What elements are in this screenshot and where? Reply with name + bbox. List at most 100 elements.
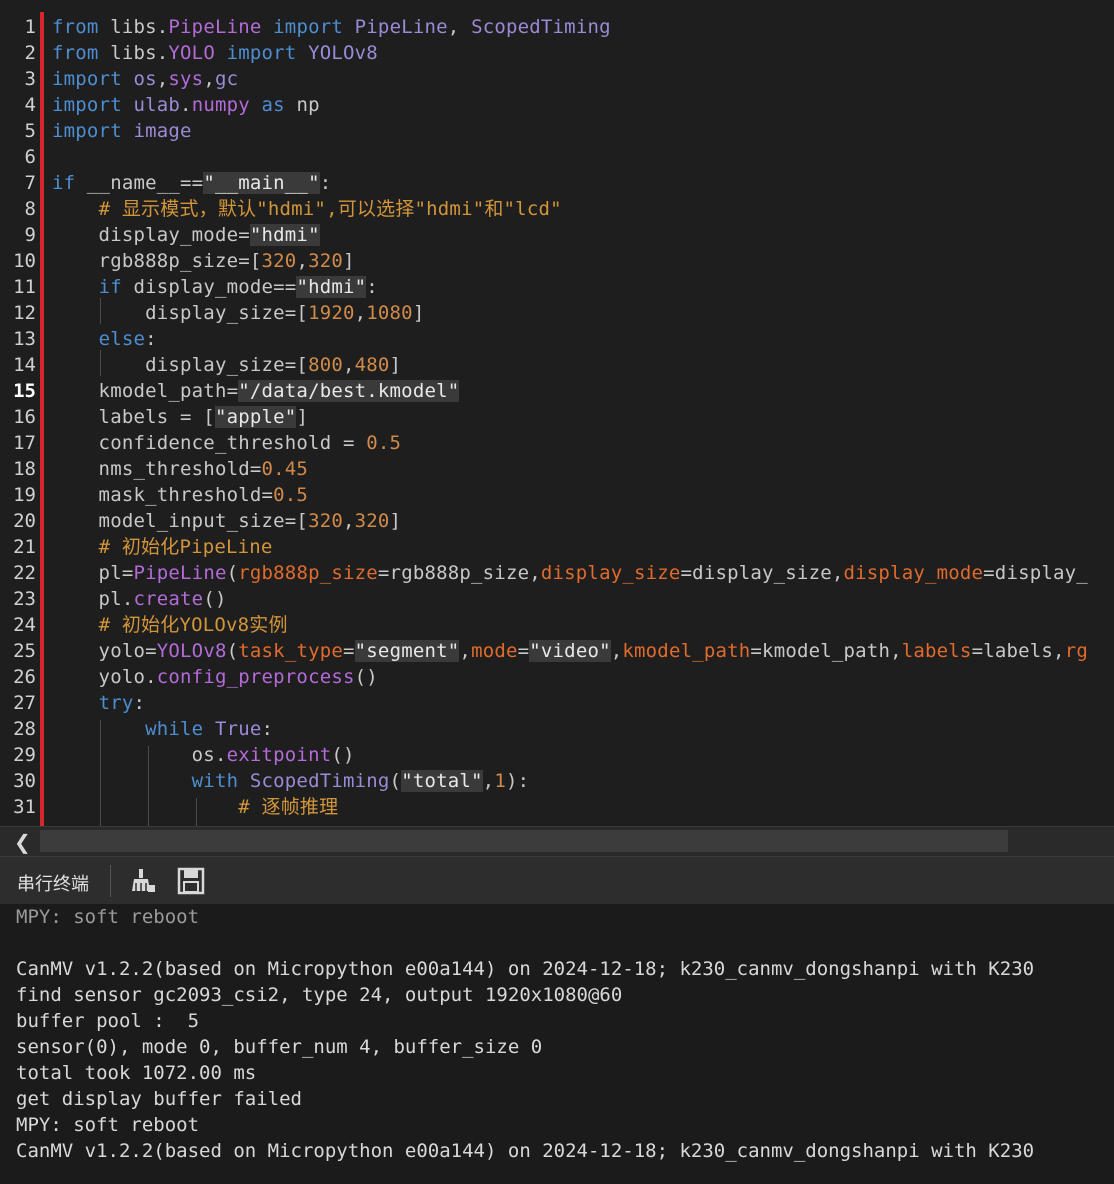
code-token: pl= (52, 562, 134, 584)
code-line[interactable]: 27 try: (0, 690, 1114, 716)
code-token: ] (296, 406, 309, 428)
code-line[interactable]: 17 confidence_threshold = 0.5 (0, 430, 1114, 456)
code-text: nms_threshold=0.45 (52, 456, 308, 482)
code-token: 0.5 (273, 484, 309, 506)
code-line[interactable]: 15 kmodel_path="/data/best.kmodel" (0, 378, 1114, 404)
code-line[interactable]: 24 # 初始化YOLOv8实例 (0, 612, 1114, 638)
code-line[interactable]: 20 model_input_size=[320,320] (0, 508, 1114, 534)
code-line[interactable]: 5 import image (0, 118, 1114, 144)
code-token: ( (226, 562, 239, 584)
code-line[interactable]: 13 else: (0, 326, 1114, 352)
code-token: import (261, 16, 355, 38)
code-text: with ScopedTiming("total",1): (52, 768, 529, 794)
code-line[interactable]: 22 pl=PipeLine(rgb888p_size=rgb888p_size… (0, 560, 1114, 586)
code-token: 1080 (366, 302, 413, 324)
code-line[interactable]: 3 import os,sys,gc (0, 66, 1114, 92)
code-token: # 显示模式，默认"hdmi",可以选择"hdmi"和"lcd" (98, 198, 562, 220)
line-number: 19 (13, 484, 36, 506)
code-line[interactable]: 25 yolo=YOLOv8(task_type="segment",mode=… (0, 638, 1114, 664)
code-line[interactable]: 18 nms_threshold=0.45 (0, 456, 1114, 482)
code-line[interactable]: 11 if display_mode=="hdmi": (0, 274, 1114, 300)
code-token: import (214, 42, 309, 64)
code-token: model_input_size=[ (52, 510, 309, 532)
code-line[interactable]: 9 display_mode="hdmi" (0, 222, 1114, 248)
code-token: YOLO (168, 42, 215, 64)
horizontal-scrollbar[interactable]: ❮ (0, 826, 1114, 855)
code-token: with (191, 770, 250, 792)
code-token: = (517, 640, 530, 662)
code-token: : (366, 276, 378, 298)
code-line[interactable]: 31 # 逐帧推理 (0, 794, 1114, 820)
code-token: , (342, 354, 355, 376)
terminal-line: MPY: soft reboot (16, 906, 200, 928)
code-text: model_input_size=[320,320] (52, 508, 401, 534)
code-token: import (52, 68, 134, 90)
code-token: ( (226, 640, 239, 662)
code-token: , (156, 68, 169, 90)
code-token: task_type (238, 640, 344, 662)
terminal-line: get display buffer failed (16, 1088, 302, 1110)
code-text: os.exitpoint() (52, 742, 355, 768)
line-number: 26 (13, 666, 36, 688)
code-text: import image (52, 118, 192, 144)
code-token: =kmodel_path, (750, 640, 902, 662)
code-token: , (447, 16, 472, 38)
code-line[interactable]: 1 from libs.PipeLine import PipeLine, Sco… (0, 14, 1114, 40)
code-token: . (156, 16, 169, 38)
code-token: os. (52, 744, 227, 766)
code-token: () (203, 588, 227, 610)
code-line[interactable]: 6 (0, 144, 1114, 170)
save-disk-icon[interactable] (177, 867, 205, 895)
code-text: from libs.PipeLine import PipeLine, Scop… (52, 14, 611, 40)
code-line[interactable]: 26 yolo.config_preprocess() (0, 664, 1114, 690)
scrollbar-thumb[interactable] (40, 830, 1008, 852)
code-line[interactable]: 7 if __name__=="__main__": (0, 170, 1114, 196)
code-token: 320 (308, 510, 343, 532)
serial-terminal-output[interactable]: MPY: soft reboot CanMV v1.2.2(based on Mi… (0, 904, 1114, 1184)
code-token: # 逐帧推理 (238, 796, 339, 818)
code-line[interactable]: 28 while True: (0, 716, 1114, 742)
terminal-line: CanMV v1.2.2(based on Micropython e00a14… (16, 1140, 1035, 1162)
code-text: pl=PipeLine(rgb888p_size=rgb888p_size,di… (52, 560, 1088, 586)
code-text: confidence_threshold = 0.5 (52, 430, 401, 456)
code-line[interactable]: 10 rgb888p_size=[320,320] (0, 248, 1114, 274)
code-token: , (459, 640, 472, 662)
code-token: yolo= (52, 640, 157, 662)
code-token: ] (389, 510, 402, 532)
code-line[interactable]: 2 from libs.YOLO import YOLOv8 (0, 40, 1114, 66)
code-text: import os,sys,gc (52, 66, 238, 92)
code-line[interactable]: 16 labels = ["apple"] (0, 404, 1114, 430)
code-line[interactable]: 23 pl.create() (0, 586, 1114, 612)
code-line[interactable]: 21 # 初始化PipeLine (0, 534, 1114, 560)
indent-guide (196, 798, 197, 826)
code-token: PipeLine (354, 16, 448, 38)
code-text: from libs.YOLO import YOLOv8 (52, 40, 378, 66)
code-token: 320 (354, 510, 390, 532)
code-line[interactable]: 12 display_size=[1920,1080] (0, 300, 1114, 326)
terminal-line: total took 1072.00 ms (16, 1062, 257, 1084)
code-token: import (52, 94, 134, 116)
code-line[interactable]: 8 # 显示模式，默认"hdmi",可以选择"hdmi"和"lcd" (0, 196, 1114, 222)
code-token: , (610, 640, 623, 662)
code-line[interactable]: 14 display_size=[800,480] (0, 352, 1114, 378)
scroll-left-icon[interactable]: ❮ (14, 830, 31, 854)
line-number: 5 (24, 120, 36, 142)
code-token: ScopedTiming (249, 770, 390, 792)
code-line[interactable]: 30 with ScopedTiming("total",1): (0, 768, 1114, 794)
code-line[interactable]: 29 os.exitpoint() (0, 742, 1114, 768)
code-line[interactable]: 4 import ulab.numpy as np (0, 92, 1114, 118)
code-line[interactable]: 19 mask_threshold=0.5 (0, 482, 1114, 508)
line-number: 12 (13, 302, 36, 324)
code-token: () (331, 744, 355, 766)
code-token: pl. (52, 588, 134, 610)
clear-broom-icon[interactable] (128, 867, 156, 895)
code-text: while True: (52, 716, 273, 742)
code-token: "total" (401, 770, 483, 792)
code-token: ): (505, 770, 530, 792)
code-text: else: (52, 326, 157, 352)
code-editor[interactable]: 1 from libs.PipeLine import PipeLine, Sco… (0, 0, 1114, 826)
